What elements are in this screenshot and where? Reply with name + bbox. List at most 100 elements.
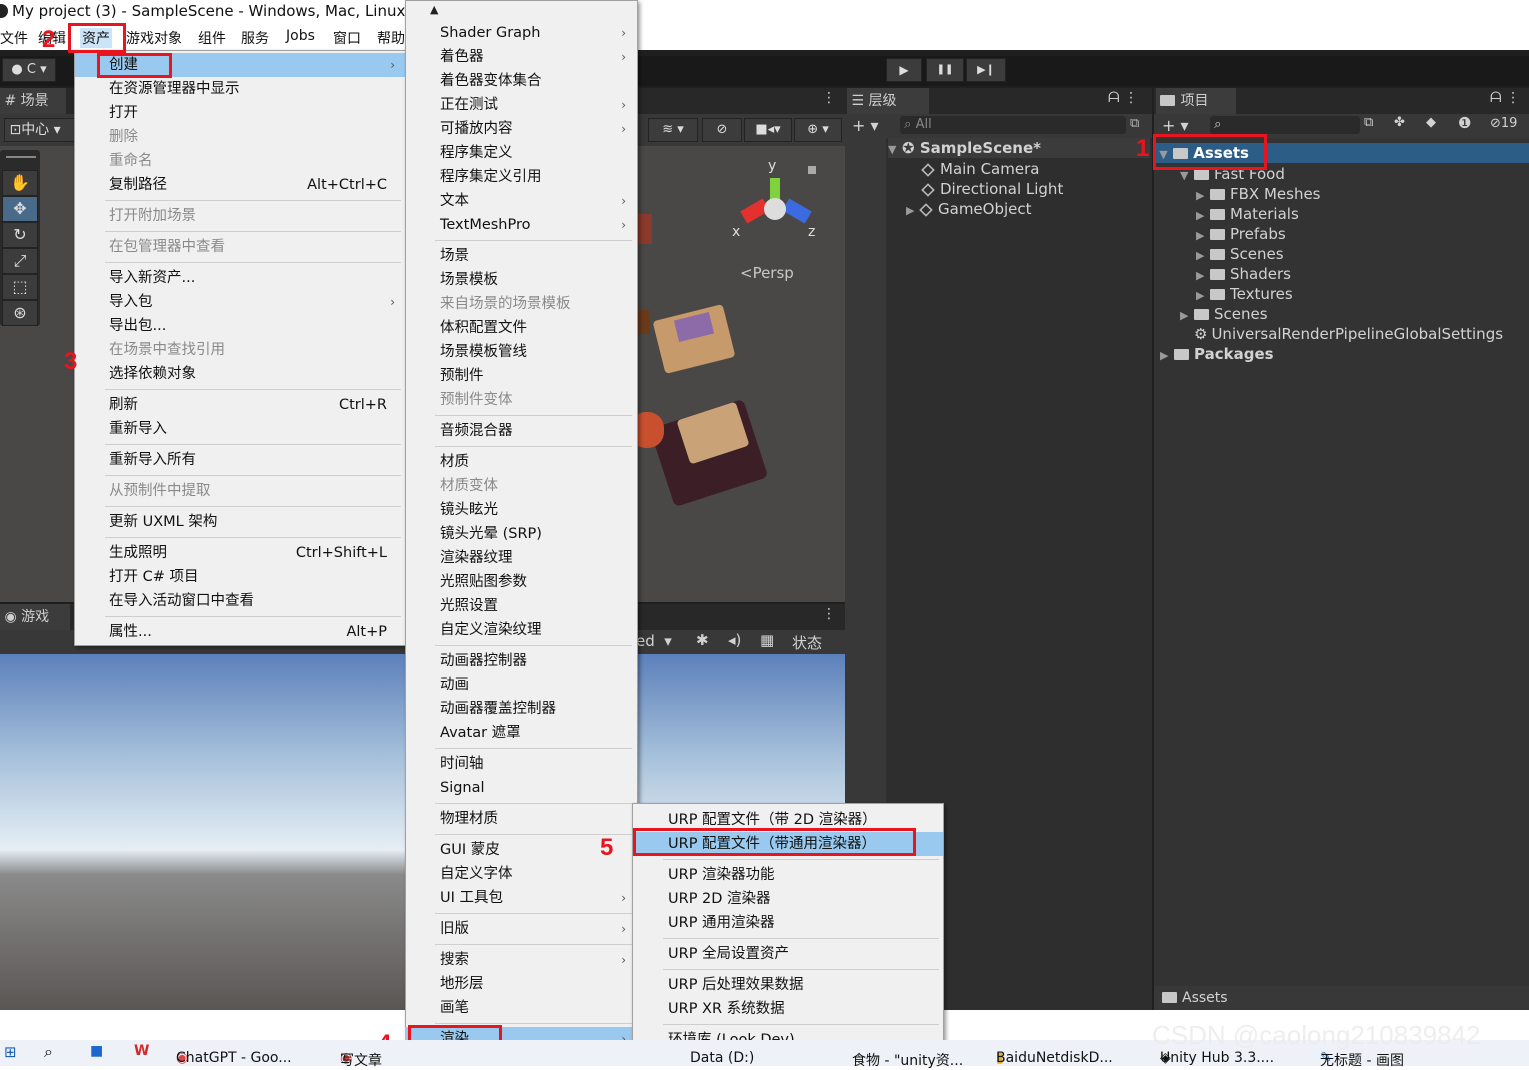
account-button[interactable]: ● C ▾ (2, 58, 56, 82)
tab-game[interactable]: ◉ 游戏 (0, 604, 70, 630)
menu-item[interactable]: 渲染器纹理 (405, 546, 636, 570)
menu-item[interactable]: 镜头光晕 (SRP) (405, 522, 636, 546)
menu-item[interactable]: 导入新资产... (75, 266, 405, 290)
hierarchy-lock-icon[interactable]: ᗩ ⋮ (1108, 90, 1138, 106)
pivot-dropdown[interactable]: ⊡中心 ▾ (4, 118, 76, 142)
project-tree-item[interactable]: ▶ Materials (1196, 204, 1299, 224)
project-tree-item[interactable]: ▶ Scenes (1196, 244, 1284, 264)
menu-item[interactable]: Avatar 遮罩 (405, 721, 636, 745)
rect-tool[interactable]: ⬚ (2, 274, 38, 300)
tab-scene[interactable]: # 场景 (0, 88, 66, 114)
hierarchy-item[interactable]: ▶ GameObject (906, 199, 1032, 219)
hierarchy-filter-icon[interactable]: ⧉ (1130, 116, 1139, 131)
windows-start-icon[interactable]: ⊞ (4, 1043, 17, 1061)
menu-item[interactable]: 重新导入 (75, 417, 405, 441)
hierarchy-item[interactable]: Directional Light (921, 179, 1063, 199)
menu-item[interactable]: 光照设置 (405, 594, 636, 618)
info-icon[interactable]: ❶ (1458, 114, 1471, 132)
menu-item[interactable]: 时间轴 (405, 752, 636, 776)
play-button[interactable]: ▶ (886, 58, 922, 82)
hierarchy-item[interactable]: Main Camera (921, 159, 1039, 179)
project-tree-item[interactable]: ▶ FBX Meshes (1196, 184, 1321, 204)
project-filter-icon[interactable]: ✤ (1394, 115, 1405, 130)
move-tool[interactable]: ✥ (2, 196, 38, 222)
menu-item[interactable]: 生成照明 Ctrl+Shift+L (75, 541, 405, 565)
menu-item[interactable]: URP 全局设置资产 (633, 942, 943, 966)
lock-icon[interactable] (808, 166, 816, 174)
scroll-up-arrow-icon[interactable]: ▲ (430, 3, 438, 16)
menu-item[interactable]: 文本 › (405, 189, 636, 213)
menu-item[interactable]: 动画器控制器 (405, 649, 636, 673)
hand-tool[interactable]: ✋ (2, 170, 38, 196)
project-tree-item[interactable]: ▶ Prefabs (1196, 224, 1286, 244)
menu-window[interactable]: 窗口 (333, 28, 361, 48)
project-add-button[interactable]: + ▾ (1162, 116, 1189, 135)
label-tag-icon[interactable]: ◆ (1426, 115, 1436, 130)
menu-item[interactable]: TextMeshPro › (405, 213, 636, 237)
menu-item[interactable]: 在导入活动窗口中查看 (75, 589, 405, 613)
menu-help[interactable]: 帮助 (377, 28, 405, 48)
menu-item[interactable]: 动画 (405, 673, 636, 697)
menu-item[interactable]: 程序集定义 (405, 141, 636, 165)
menu-item[interactable]: 镜头眩光 (405, 498, 636, 522)
search-icon[interactable]: ⌕ (44, 1042, 53, 1062)
menu-item[interactable]: 重新导入所有 (75, 448, 405, 472)
menu-item[interactable]: URP 后处理效果数据 (633, 973, 943, 997)
display-dropdown[interactable]: ed ▾ (636, 632, 672, 650)
scene-more-icon[interactable]: ⋮ (822, 90, 836, 106)
menu-item[interactable]: 自定义渲染纹理 (405, 618, 636, 642)
menu-item[interactable]: 导入包 › (75, 290, 405, 314)
menu-item[interactable]: 旧版 › (405, 917, 636, 941)
menu-item[interactable]: Shader Graph › (405, 21, 636, 45)
menu-item[interactable]: 画笔 (405, 996, 636, 1020)
project-packages-row[interactable]: ▶ Packages (1160, 344, 1274, 364)
menu-item[interactable]: 导出包... (75, 314, 405, 338)
hidden-packages-toggle[interactable]: ⊘19 (1490, 116, 1517, 131)
stats-button[interactable]: 状态 (792, 632, 822, 653)
menu-jobs[interactable]: Jobs (286, 28, 315, 44)
menu-item[interactable]: 打开 (75, 101, 405, 125)
project-tree-item[interactable]: ▶ Scenes (1180, 304, 1268, 324)
game-more-icon[interactable]: ⋮ (822, 606, 836, 622)
transform-tool[interactable]: ⊛ (2, 300, 38, 326)
hierarchy-search-input[interactable]: ⌕ All (900, 116, 1126, 134)
hierarchy-add-button[interactable]: + ▾ (852, 116, 879, 135)
audio-icon[interactable]: ◂) (728, 631, 741, 649)
menu-item[interactable]: 光照贴图参数 (405, 570, 636, 594)
pause-button[interactable]: ❚❚ (926, 58, 964, 82)
project-search-by-type-icon[interactable]: ⧉ (1364, 115, 1373, 130)
menu-item[interactable]: 选择依赖对象 (75, 362, 405, 386)
menu-item[interactable]: Signal (405, 776, 636, 800)
tab-hierarchy[interactable]: ☰ 层级 (847, 88, 929, 114)
project-tree-item[interactable]: ▶ Textures (1196, 284, 1293, 304)
step-button[interactable]: ▶❙ (966, 58, 1006, 82)
menu-services[interactable]: 服务 (241, 28, 269, 48)
menu-item[interactable]: URP 2D 渲染器 (633, 887, 943, 911)
menu-item[interactable]: 场景模板管线 (405, 340, 636, 364)
gizmos-button[interactable]: ⊕ ▾ (794, 118, 842, 142)
menu-item[interactable]: 物理材质 (405, 807, 636, 831)
app-icon[interactable]: ■ (90, 1043, 103, 1059)
menu-item[interactable]: URP XR 系统数据 (633, 997, 943, 1021)
draw-mode-button[interactable]: ≋ ▾ (648, 118, 698, 142)
menu-item[interactable]: 场景模板 (405, 268, 636, 292)
menu-item[interactable]: 体积配置文件 (405, 316, 636, 340)
visibility-toggle[interactable]: ⊘ (702, 118, 742, 142)
menu-file[interactable]: 文件 (0, 28, 28, 48)
hierarchy-scene-row[interactable]: ▼ ✪ SampleScene* (888, 138, 1150, 158)
scale-tool[interactable]: ⤢ (2, 248, 38, 274)
menu-item[interactable]: 打开 C# 项目 (75, 565, 405, 589)
bug-icon[interactable]: ✱ (696, 631, 709, 649)
menu-item[interactable]: 刷新 Ctrl+R (75, 393, 405, 417)
wps-icon[interactable]: W (134, 1043, 149, 1059)
menu-item[interactable]: 音频混合器 (405, 419, 636, 443)
persp-label[interactable]: <Persp (740, 264, 794, 282)
menu-item[interactable]: UI 工具包 › (405, 886, 636, 910)
menu-item[interactable]: 动画器覆盖控制器 (405, 697, 636, 721)
project-search-input[interactable]: ⌕ (1210, 116, 1360, 134)
camera-button[interactable]: ■◂▾ (744, 118, 792, 142)
menu-item[interactable]: URP 通用渲染器 (633, 911, 943, 935)
menu-item[interactable]: 程序集定义引用 (405, 165, 636, 189)
menu-item[interactable]: URP 渲染器功能 (633, 863, 943, 887)
menu-item[interactable]: 更新 UXML 架构 (75, 510, 405, 534)
